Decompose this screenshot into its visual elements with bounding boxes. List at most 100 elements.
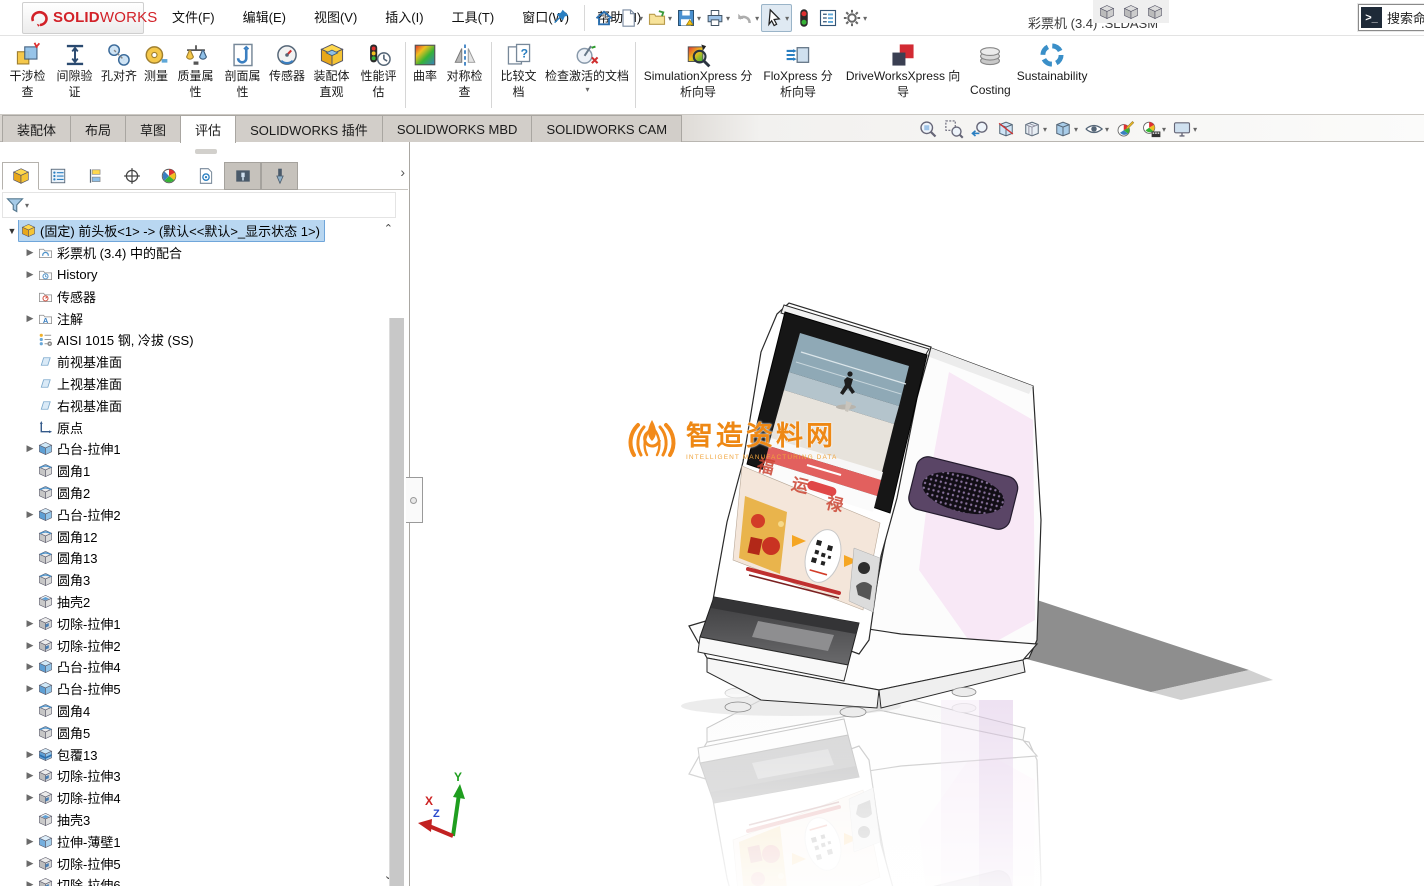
menu-2[interactable]: 编辑(E): [229, 0, 300, 36]
print-button[interactable]: ▾: [703, 4, 732, 32]
expand-arrow-icon[interactable]: ▶: [24, 640, 36, 651]
panel-tab-configuration-manager[interactable]: [76, 162, 113, 190]
tree-node[interactable]: 切除-拉伸5: [36, 853, 125, 874]
curvature-button[interactable]: 曲率: [409, 40, 441, 87]
view-settings-button[interactable]: ▾: [1169, 118, 1200, 140]
graphics-viewport[interactable]: 福 运 禄: [411, 142, 1424, 886]
tree-node[interactable]: 切除-拉伸4: [36, 787, 125, 808]
panel-tab-cam-operation-manager[interactable]: [224, 162, 261, 190]
symmetry-check-button[interactable]: 对称检查: [441, 40, 488, 102]
tree-scroll-up-arrow[interactable]: ⌃: [384, 222, 393, 235]
tree-node[interactable]: 切除-拉伸2: [36, 635, 125, 656]
dropdown-caret-icon[interactable]: ▾: [1162, 125, 1166, 134]
expand-arrow-icon[interactable]: ▶: [24, 443, 36, 454]
assembly-visualization-button[interactable]: 装配体直观: [308, 40, 355, 102]
tree-node[interactable]: 切除-拉伸1: [36, 613, 125, 634]
zoom-area-button[interactable]: [941, 118, 967, 140]
tree-row[interactable]: ▶切除-拉伸5: [0, 852, 396, 874]
tree-row[interactable]: ▶切除-拉伸6: [0, 874, 396, 886]
tree-row[interactable]: ▶切除-拉伸4: [0, 787, 396, 809]
performance-evaluation-button[interactable]: 性能评估: [355, 40, 402, 102]
tree-row[interactable]: ▶凸台-拉伸1: [0, 438, 396, 460]
compare-documents-button[interactable]: ?比较文档: [495, 40, 542, 102]
expand-arrow-icon[interactable]: ▶: [24, 661, 36, 672]
menu-4[interactable]: 插入(I): [371, 0, 437, 36]
tree-node[interactable]: 凸台-拉伸5: [36, 678, 125, 699]
tree-node[interactable]: 圆角13: [36, 547, 101, 568]
measure-button[interactable]: 测量: [140, 40, 172, 87]
file-properties-button[interactable]: [816, 4, 840, 32]
expand-arrow-icon[interactable]: ▶: [24, 879, 36, 886]
dropdown-caret-icon[interactable]: ▾: [1074, 125, 1078, 134]
menu-3[interactable]: 视图(V): [300, 0, 371, 36]
floxpress-button[interactable]: FloXpress 分析向导: [757, 40, 839, 102]
expand-arrow-icon[interactable]: ▶: [24, 836, 36, 847]
tree-row[interactable]: 原点: [0, 416, 396, 438]
tree-row[interactable]: 圆角12: [0, 525, 396, 547]
tree-node[interactable]: 圆角12: [36, 526, 101, 547]
dropdown-caret-icon[interactable]: ▾: [726, 14, 730, 23]
options-button[interactable]: ▾: [840, 4, 869, 32]
dropdown-caret-icon[interactable]: ▾: [1043, 125, 1047, 134]
expand-arrow-icon[interactable]: ▶: [24, 313, 36, 324]
model-scene[interactable]: 福 运 禄: [411, 142, 1424, 886]
expand-arrow-icon[interactable]: ▶: [24, 269, 36, 280]
dropdown-caret-icon[interactable]: ▾: [863, 14, 867, 23]
dropdown-caret-icon[interactable]: ▾: [586, 85, 590, 94]
tree-row[interactable]: 前视基准面: [0, 351, 396, 373]
panel-tab-cam-feature-manager[interactable]: [187, 162, 224, 190]
expand-arrow-icon[interactable]: ▶: [24, 618, 36, 629]
tree-node[interactable]: 切除-拉伸6: [36, 874, 125, 886]
tree-node[interactable]: 凸台-拉伸4: [36, 656, 125, 677]
tree-row[interactable]: ▶切除-拉伸2: [0, 634, 396, 656]
section-view-button[interactable]: [993, 118, 1019, 140]
tree-row[interactable]: 上视基准面: [0, 373, 396, 395]
tree-node[interactable]: 右视基准面: [36, 395, 126, 416]
tree-row[interactable]: ▶切除-拉伸1: [0, 612, 396, 634]
tree-row[interactable]: 右视基准面: [0, 394, 396, 416]
tree-node[interactable]: 圆角5: [36, 722, 94, 743]
tab-solidworks-mbd[interactable]: SOLIDWORKS MBD: [382, 115, 533, 142]
expand-arrow-icon[interactable]: ▶: [24, 509, 36, 520]
tree-node[interactable]: 圆角1: [36, 460, 94, 481]
chevron-down-icon[interactable]: [1143, 1, 1167, 22]
kiosk-model[interactable]: [689, 303, 1041, 717]
tree-node[interactable]: 圆角4: [36, 700, 94, 721]
tab-草图[interactable]: 草图: [125, 115, 181, 142]
tree-node[interactable]: 彩票机 (3.4) 中的配合: [36, 242, 186, 263]
select-button[interactable]: ▾: [761, 4, 792, 32]
panel-tab-display-manager[interactable]: [150, 162, 187, 190]
view-orientation-button[interactable]: ▾: [1019, 118, 1050, 140]
selected-tree-node[interactable]: (固定) 前头板<1> -> (默认<<默认>_显示状态 1>): [18, 220, 325, 242]
interference-check-button[interactable]: 干涉检查: [4, 40, 51, 102]
panel-tabs-overflow-arrow[interactable]: ›: [400, 164, 405, 180]
tree-node[interactable]: 凸台-拉伸1: [36, 438, 125, 459]
panel-tab-cam-tools-manager[interactable]: [261, 162, 298, 190]
tree-row[interactable]: 抽壳3: [0, 809, 396, 831]
expand-arrow-icon[interactable]: ▶: [24, 792, 36, 803]
tree-row[interactable]: ▶History: [0, 264, 396, 286]
tree-row[interactable]: 圆角2: [0, 482, 396, 504]
tree-node[interactable]: 圆角2: [36, 482, 94, 503]
tab-布局[interactable]: 布局: [70, 115, 126, 142]
hole-alignment-button[interactable]: 孔对齐: [98, 40, 140, 87]
tree-node[interactable]: AISI 1015 钢, 冷拔 (SS): [36, 329, 198, 350]
undo-button[interactable]: ▾: [732, 4, 761, 32]
tree-row[interactable]: 圆角13: [0, 547, 396, 569]
save-button[interactable]: ▾: [674, 4, 703, 32]
tab-装配体[interactable]: 装配体: [2, 115, 71, 142]
tree-row[interactable]: 圆角3: [0, 569, 396, 591]
panel-grip-handle[interactable]: [195, 149, 217, 154]
dropdown-caret-icon[interactable]: ▾: [639, 14, 643, 23]
expand-arrow-icon[interactable]: ▶: [24, 247, 36, 258]
tree-node[interactable]: A注解: [36, 308, 87, 329]
home-button[interactable]: [592, 4, 616, 32]
new-document-button[interactable]: ▾: [616, 4, 645, 32]
open-button[interactable]: ▾: [645, 4, 674, 32]
tab-评估[interactable]: 评估: [180, 115, 236, 143]
tree-node[interactable]: 切除-拉伸3: [36, 765, 125, 786]
search-box[interactable]: >_ 搜索命令: [1358, 4, 1424, 31]
panel-splitter-handle[interactable]: [406, 477, 423, 523]
tree-row[interactable]: ▶凸台-拉伸2: [0, 503, 396, 525]
mass-properties-button[interactable]: 质量属性: [172, 40, 219, 102]
